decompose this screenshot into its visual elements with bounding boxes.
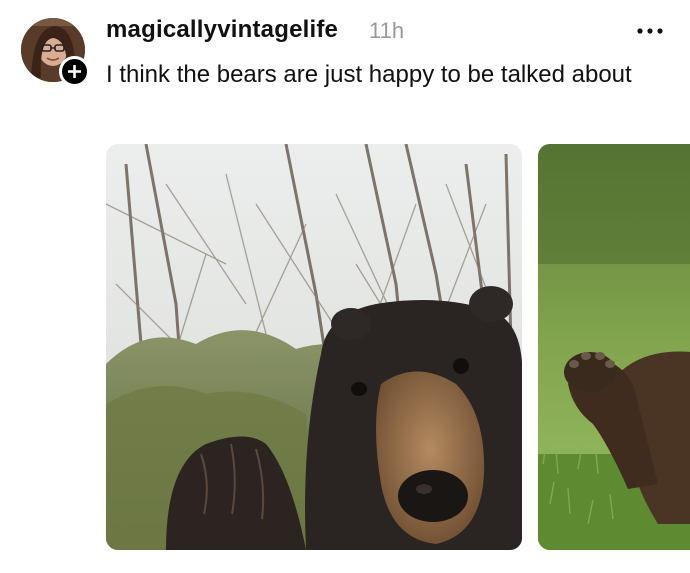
thread-post: magicallyvintagelife 11h I think the bea… <box>0 0 690 573</box>
post-caption: I think the bears are just happy to be t… <box>106 61 632 88</box>
bear-covering-eyes-photo <box>538 144 690 550</box>
more-options-button[interactable] <box>630 16 670 46</box>
post-image-bear-closeup[interactable] <box>106 144 522 550</box>
username-link[interactable]: magicallyvintagelife <box>106 16 338 44</box>
post-image-bear-covering-eyes[interactable] <box>538 144 690 550</box>
ellipsis-icon <box>637 28 663 34</box>
follow-button[interactable] <box>59 56 90 87</box>
plus-icon <box>68 65 81 78</box>
timestamp[interactable]: 11h <box>369 18 404 44</box>
bear-closeup-photo <box>106 144 522 550</box>
